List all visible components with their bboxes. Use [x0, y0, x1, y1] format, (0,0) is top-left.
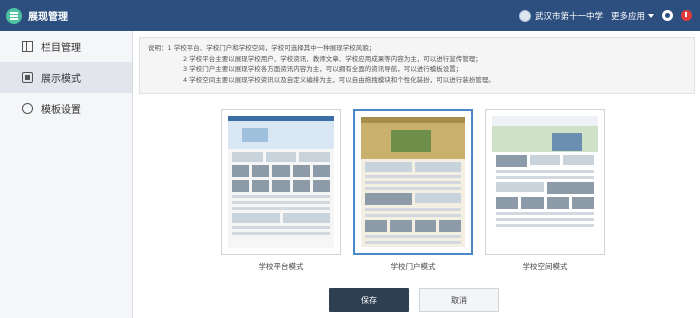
more-apps-menu[interactable]: 更多应用 [611, 10, 654, 22]
template-thumbnail-image [492, 116, 598, 248]
more-apps-label: 更多应用 [610, 11, 645, 22]
instruction-line: 2 学校平台主要以展现学校用户、学校资讯、教师文章、学校应用成果等内容为主，可以… [183, 54, 482, 63]
template-thumbnail-image [361, 117, 465, 247]
template-label: 学校平台模式 [258, 262, 304, 271]
cancel-button[interactable]: 取消 [419, 288, 499, 312]
instruction-line: 3 学校门户主要以展现学校各方面资讯内容为主，可以拥有全面的资讯导航，可以进行模… [183, 65, 463, 73]
template-label: 学校空间模式 [522, 262, 568, 271]
instructions-box: 说明：1 学校平台、学校门户和学校空间，学校可选择其中一种展现学校风貌； 2 学… [139, 37, 695, 94]
top-right-area: 武汉市第十一中学 更多应用 [518, 0, 692, 31]
template-card-portal[interactable] [353, 109, 473, 255]
main-content: 说明：1 学校平台、学校门户和学校空间，学校可选择其中一种展现学校风貌； 2 学… [133, 31, 700, 318]
top-bar: 展现管理 武汉市第十一中学 更多应用 [0, 0, 700, 31]
template-thumbnail-image [228, 116, 334, 248]
app-title: 展现管理 [28, 12, 68, 23]
instruction-line: 说明：1 学校平台、学校门户和学校空间，学校可选择其中一种展现学校风貌； [148, 44, 376, 52]
sidebar-item-label: 模板设置 [41, 105, 81, 116]
app-logo-icon [6, 7, 22, 24]
sidebar-item-template-settings[interactable]: 模板设置 [0, 93, 132, 124]
sidebar-item-label: 栏目管理 [41, 43, 81, 54]
caret-down-icon [648, 13, 654, 18]
menu-icon [22, 41, 33, 52]
template-card-space[interactable] [485, 109, 605, 255]
template-card-platform[interactable] [221, 109, 341, 255]
template-label: 学校门户模式 [390, 262, 436, 271]
template-options: 学校平台模式 学校门户模式 学校空间模式 [221, 109, 613, 289]
sidebar-item-column-management[interactable]: 栏目管理 [0, 31, 132, 62]
gear-icon[interactable] [662, 10, 673, 21]
save-button[interactable]: 保存 [329, 288, 409, 312]
form-actions: 保存 取消 [329, 288, 499, 312]
avatar[interactable] [518, 9, 531, 22]
sidebar-item-label: 展示模式 [41, 74, 81, 85]
power-icon[interactable] [681, 10, 692, 21]
template-icon [22, 103, 33, 114]
instruction-line: 4 学校空间主要以展现学校资讯以及自定义编排为主，可以自由拖拽模块和个性化装扮，… [183, 75, 495, 84]
sidebar-item-display-mode[interactable]: 展示模式 [0, 62, 132, 93]
display-icon [22, 72, 33, 83]
sidebar: 栏目管理 展示模式 模板设置 [0, 31, 133, 318]
school-name[interactable]: 武汉市第十一中学 [535, 10, 603, 22]
